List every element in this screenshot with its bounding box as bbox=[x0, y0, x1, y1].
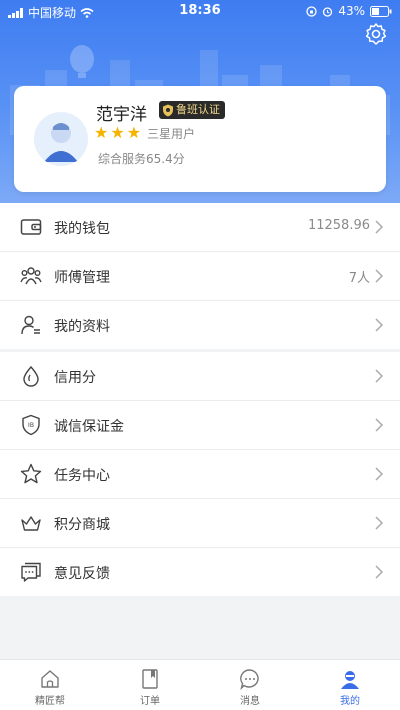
team-count: 7人 bbox=[348, 271, 370, 286]
menu-item-tasks[interactable]: 任务中心 bbox=[0, 450, 400, 499]
menu-label: 师傅管理 bbox=[54, 270, 110, 286]
menu-item-points-mall[interactable]: 积分商城 bbox=[0, 499, 400, 548]
tab-mine[interactable]: 我的 bbox=[300, 660, 400, 710]
chevron-right-icon bbox=[375, 269, 384, 283]
menu-item-profile[interactable]: 我的资料 bbox=[0, 301, 400, 349]
chevron-right-icon bbox=[375, 369, 384, 383]
tab-home[interactable]: 精匠帮 bbox=[0, 660, 100, 710]
user-icon bbox=[341, 671, 359, 689]
tab-label: 订单 bbox=[140, 696, 160, 707]
message-icon bbox=[240, 669, 259, 690]
user-name: 范宇洋 bbox=[96, 105, 147, 125]
star-icon: ★ bbox=[94, 123, 109, 142]
order-icon bbox=[142, 669, 158, 689]
chevron-right-icon bbox=[375, 318, 384, 332]
menu-label: 信用分 bbox=[54, 370, 96, 386]
svg-text:IB: IB bbox=[28, 422, 34, 429]
menu-label: 任务中心 bbox=[54, 468, 110, 484]
menu-group-services: 信用分 IB 诚信保证金 任务中心 积分商城 意见反馈 bbox=[0, 352, 400, 596]
menu-group-account: 我的钱包 11258.96 师傅管理 7人 我的资料 bbox=[0, 203, 400, 349]
avatar[interactable] bbox=[34, 112, 88, 166]
rotation-lock-icon bbox=[306, 5, 317, 17]
badge-label: 鲁班认证 bbox=[176, 103, 220, 116]
profile-icon bbox=[21, 315, 40, 335]
tab-orders[interactable]: 订单 bbox=[100, 660, 200, 710]
chevron-right-icon bbox=[375, 467, 384, 481]
star-icon: ★ bbox=[126, 123, 142, 142]
battery-icon bbox=[370, 5, 392, 17]
star-icon bbox=[20, 463, 42, 484]
menu-item-deposit[interactable]: IB 诚信保证金 bbox=[0, 401, 400, 450]
menu-item-team[interactable]: 师傅管理 7人 bbox=[0, 252, 400, 301]
team-icon bbox=[20, 267, 42, 285]
certification-badge: 鲁班认证 bbox=[159, 101, 225, 119]
shield-icon: IB bbox=[22, 414, 40, 436]
menu-label: 意见反馈 bbox=[54, 566, 110, 582]
feedback-icon bbox=[21, 562, 41, 582]
tab-label: 精匠帮 bbox=[35, 696, 65, 707]
menu-label: 诚信保证金 bbox=[54, 419, 124, 435]
home-icon bbox=[41, 670, 59, 688]
drop-icon bbox=[23, 365, 39, 387]
menu-label: 我的资料 bbox=[54, 319, 110, 335]
tab-label: 消息 bbox=[240, 696, 260, 707]
chevron-right-icon bbox=[375, 516, 384, 530]
menu-item-credit[interactable]: 信用分 bbox=[0, 352, 400, 401]
menu-item-wallet[interactable]: 我的钱包 11258.96 bbox=[0, 203, 400, 252]
battery-percent: 43% bbox=[338, 4, 365, 18]
settings-gear-icon[interactable] bbox=[364, 22, 388, 46]
wallet-icon bbox=[20, 219, 42, 235]
alarm-icon bbox=[323, 6, 333, 17]
chevron-right-icon bbox=[375, 565, 384, 579]
chevron-right-icon bbox=[375, 418, 384, 432]
shield-badge-icon bbox=[163, 104, 173, 116]
crown-icon bbox=[21, 516, 41, 531]
tab-label: 我的 bbox=[340, 696, 360, 707]
menu-item-feedback[interactable]: 意见反馈 bbox=[0, 548, 400, 596]
chevron-right-icon bbox=[375, 220, 384, 234]
tab-messages[interactable]: 消息 bbox=[200, 660, 300, 710]
profile-card[interactable]: 范宇洋 鲁班认证 ★ ★ ★ 三星用户 综合服务65.4分 bbox=[14, 86, 386, 192]
menu-label: 积分商城 bbox=[54, 517, 110, 533]
star-icon: ★ bbox=[110, 123, 125, 142]
star-rating: ★ ★ ★ 三星用户 bbox=[94, 124, 195, 142]
wallet-balance: 11258.96 bbox=[307, 218, 370, 233]
menu-label: 我的钱包 bbox=[54, 221, 110, 237]
user-level: 三星用户 bbox=[147, 126, 196, 141]
status-bar: 中国移动 18:36 43% bbox=[0, 0, 400, 22]
bottom-tab-bar: 精匠帮 订单 消息 我的 bbox=[0, 659, 400, 710]
service-score: 综合服务65.4分 bbox=[98, 152, 185, 166]
default-avatar-icon bbox=[44, 123, 78, 162]
